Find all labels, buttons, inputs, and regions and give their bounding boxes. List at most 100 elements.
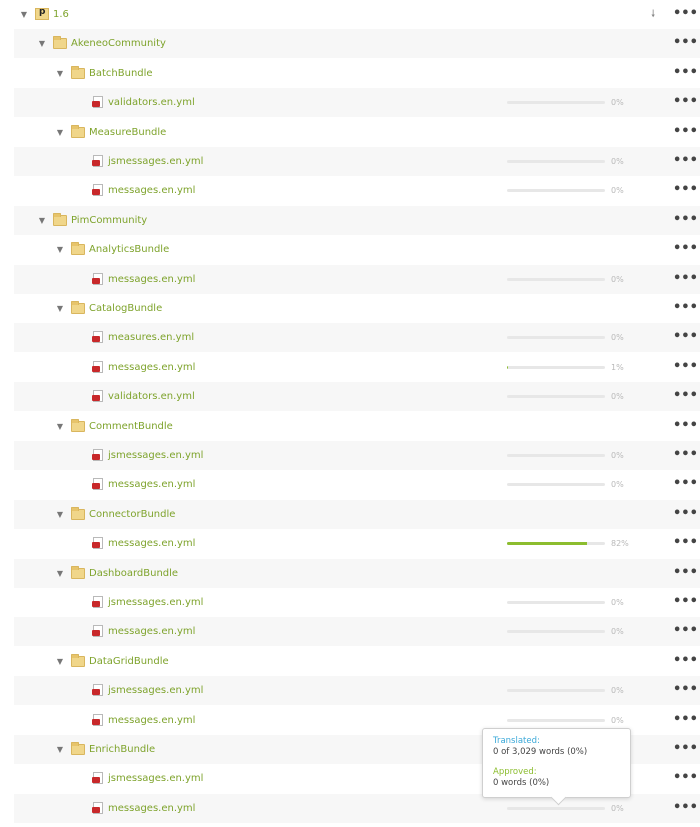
- collapse-toggle-icon[interactable]: ▼: [54, 235, 66, 264]
- collapse-toggle-icon[interactable]: ▼: [36, 206, 48, 235]
- translation-progress-bar[interactable]: [507, 689, 605, 693]
- file-name-link[interactable]: jsmessages.en.yml: [108, 588, 203, 617]
- row-menu-icon[interactable]: •••: [673, 118, 698, 147]
- row-menu-icon[interactable]: •••: [673, 265, 698, 294]
- row-menu-icon[interactable]: •••: [673, 470, 698, 499]
- folder-name[interactable]: EnrichBundle: [89, 735, 155, 764]
- row-menu-icon[interactable]: •••: [673, 382, 698, 411]
- folder-row[interactable]: ▼ PimCommunity •••: [14, 205, 700, 235]
- row-menu-icon[interactable]: •••: [673, 353, 698, 382]
- row-menu-icon[interactable]: •••: [673, 176, 698, 205]
- collapse-toggle-icon[interactable]: ▼: [54, 412, 66, 441]
- row-menu-icon[interactable]: •••: [673, 323, 698, 352]
- file-row[interactable]: jsmessages.en.yml 0% •••: [14, 676, 700, 706]
- folder-row[interactable]: ▼ DashboardBundle •••: [14, 558, 700, 588]
- folder-name[interactable]: CommentBundle: [89, 412, 173, 441]
- file-row[interactable]: validators.en.yml 0% •••: [14, 88, 700, 118]
- folder-name[interactable]: DataGridBundle: [89, 647, 169, 676]
- translation-progress-bar[interactable]: [507, 806, 605, 810]
- row-menu-icon[interactable]: •••: [673, 441, 698, 470]
- row-menu-icon[interactable]: •••: [673, 88, 698, 117]
- row-menu-icon[interactable]: •••: [673, 706, 698, 735]
- translation-progress-bar[interactable]: [507, 277, 605, 281]
- file-row[interactable]: messages.en.yml 82% •••: [14, 529, 700, 558]
- file-row[interactable]: jsmessages.en.yml 0% •••: [14, 588, 700, 617]
- folder-name[interactable]: PimCommunity: [71, 206, 147, 235]
- file-row[interactable]: messages.en.yml 0% •••: [14, 176, 700, 205]
- file-row[interactable]: messages.en.yml 0% •••: [14, 617, 700, 647]
- file-name-link[interactable]: messages.en.yml: [108, 617, 195, 646]
- row-menu-icon[interactable]: •••: [673, 617, 698, 646]
- translation-progress-bar[interactable]: [507, 365, 605, 369]
- row-menu-icon[interactable]: •••: [673, 147, 698, 176]
- row-menu-icon[interactable]: •••: [673, 294, 698, 323]
- folder-name[interactable]: AkeneoCommunity: [71, 29, 166, 58]
- folder-row[interactable]: ▼ CommentBundle •••: [14, 412, 700, 441]
- file-name-link[interactable]: messages.en.yml: [108, 529, 195, 558]
- file-row[interactable]: messages.en.yml 0% •••: [14, 470, 700, 499]
- collapse-toggle-icon[interactable]: ▼: [54, 735, 66, 764]
- translation-progress-bar[interactable]: [507, 630, 605, 634]
- folder-row[interactable]: ▼ MeasureBundle •••: [14, 118, 700, 147]
- file-name-link[interactable]: validators.en.yml: [108, 382, 195, 411]
- translation-progress-bar[interactable]: [507, 454, 605, 457]
- file-row[interactable]: validators.en.yml 0% •••: [14, 382, 700, 412]
- file-row[interactable]: measures.en.yml 0% •••: [14, 323, 700, 353]
- translation-progress-bar[interactable]: [507, 601, 605, 604]
- folder-name[interactable]: BatchBundle: [89, 59, 153, 88]
- row-menu-icon[interactable]: •••: [673, 412, 698, 441]
- file-name-link[interactable]: jsmessages.en.yml: [108, 764, 203, 793]
- file-row[interactable]: messages.en.yml 0% •••: [14, 264, 700, 294]
- row-menu-icon[interactable]: •••: [673, 676, 698, 705]
- row-menu-icon[interactable]: •••: [673, 59, 698, 88]
- translation-progress-bar[interactable]: [507, 336, 605, 340]
- translation-progress-bar[interactable]: [507, 101, 605, 105]
- file-name-link[interactable]: messages.en.yml: [108, 176, 195, 205]
- row-menu-icon[interactable]: •••: [673, 0, 698, 29]
- folder-name[interactable]: MeasureBundle: [89, 118, 166, 147]
- root-row[interactable]: ▼ 1.6 🠗 •••: [14, 0, 700, 29]
- folder-row[interactable]: ▼ ConnectorBundle •••: [14, 499, 700, 529]
- row-menu-icon[interactable]: •••: [673, 735, 698, 764]
- file-name-link[interactable]: jsmessages.en.yml: [108, 676, 203, 705]
- row-menu-icon[interactable]: •••: [673, 500, 698, 529]
- collapse-toggle-icon[interactable]: ▼: [18, 0, 30, 29]
- collapse-toggle-icon[interactable]: ▼: [54, 59, 66, 88]
- collapse-toggle-icon[interactable]: ▼: [54, 118, 66, 147]
- file-name-link[interactable]: jsmessages.en.yml: [108, 441, 203, 470]
- row-menu-icon[interactable]: •••: [673, 764, 698, 793]
- file-name-link[interactable]: measures.en.yml: [108, 323, 194, 352]
- collapse-toggle-icon[interactable]: ▼: [36, 29, 48, 58]
- file-name-link[interactable]: messages.en.yml: [108, 706, 195, 735]
- translation-progress-bar[interactable]: [507, 718, 605, 722]
- row-menu-icon[interactable]: •••: [673, 235, 698, 264]
- file-name-link[interactable]: messages.en.yml: [108, 470, 195, 499]
- download-icon[interactable]: 🠗: [651, 0, 655, 29]
- row-menu-icon[interactable]: •••: [673, 588, 698, 617]
- file-row[interactable]: jsmessages.en.yml 0% •••: [14, 147, 700, 176]
- row-menu-icon[interactable]: •••: [673, 647, 698, 676]
- collapse-toggle-icon[interactable]: ▼: [54, 500, 66, 529]
- collapse-toggle-icon[interactable]: ▼: [54, 559, 66, 588]
- row-menu-icon[interactable]: •••: [673, 206, 698, 235]
- row-menu-icon[interactable]: •••: [673, 559, 698, 588]
- file-name-link[interactable]: jsmessages.en.yml: [108, 147, 203, 176]
- file-name-link[interactable]: messages.en.yml: [108, 353, 195, 382]
- file-name-link[interactable]: messages.en.yml: [108, 265, 195, 294]
- collapse-toggle-icon[interactable]: ▼: [54, 647, 66, 676]
- folder-row[interactable]: ▼ BatchBundle •••: [14, 59, 700, 88]
- folder-row[interactable]: ▼ DataGridBundle •••: [14, 647, 700, 676]
- translation-progress-bar[interactable]: [507, 483, 605, 487]
- root-label[interactable]: 1.6: [53, 0, 69, 29]
- row-menu-icon[interactable]: •••: [673, 794, 698, 823]
- folder-row[interactable]: ▼ AkeneoCommunity •••: [14, 29, 700, 59]
- translation-progress-bar[interactable]: [507, 395, 605, 399]
- file-name-link[interactable]: validators.en.yml: [108, 88, 195, 117]
- translation-progress-bar[interactable]: [507, 160, 605, 163]
- file-name-link[interactable]: messages.en.yml: [108, 794, 195, 823]
- row-menu-icon[interactable]: •••: [673, 529, 698, 558]
- collapse-toggle-icon[interactable]: ▼: [54, 294, 66, 323]
- translation-progress-bar[interactable]: [507, 189, 605, 193]
- file-row[interactable]: jsmessages.en.yml 0% •••: [14, 441, 700, 470]
- translation-progress-bar[interactable]: [507, 542, 605, 546]
